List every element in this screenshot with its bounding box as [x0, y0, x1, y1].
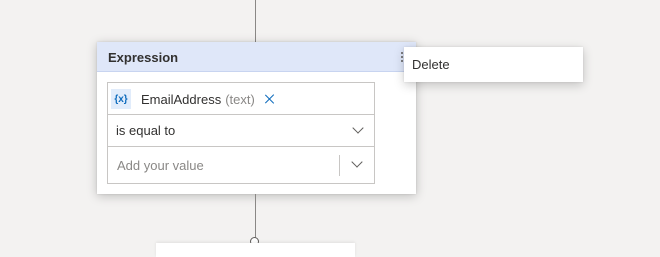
more-dot-icon	[401, 52, 403, 54]
operator-dropdown[interactable]: is equal to	[107, 114, 375, 147]
flow-connector-bottom	[255, 194, 256, 238]
more-dot-icon	[401, 60, 403, 62]
variable-field[interactable]: {x} EmailAddress (text)	[107, 82, 375, 115]
context-menu: Delete	[404, 47, 583, 82]
card-title: Expression	[108, 50, 179, 65]
operator-selected-value: is equal to	[116, 123, 176, 138]
flow-connector-top	[255, 0, 256, 42]
card-header: Expression	[97, 42, 416, 72]
variable-name: EmailAddress	[141, 91, 222, 107]
variable-token[interactable]: {x} EmailAddress (text)	[111, 87, 276, 111]
variable-icon: {x}	[111, 89, 131, 109]
more-dot-icon	[401, 56, 403, 58]
value-dropdown-button[interactable]	[340, 147, 374, 183]
chevron-down-icon	[351, 156, 363, 168]
value-combobox[interactable]	[107, 146, 375, 184]
condition-expression-card: Expression {x} EmailAddress (text) is eq…	[97, 42, 416, 194]
menu-item-delete[interactable]: Delete	[404, 47, 583, 82]
value-input[interactable]	[109, 148, 337, 182]
chevron-down-icon	[352, 122, 364, 134]
variable-type: (text)	[225, 91, 255, 107]
close-icon[interactable]	[264, 93, 276, 105]
